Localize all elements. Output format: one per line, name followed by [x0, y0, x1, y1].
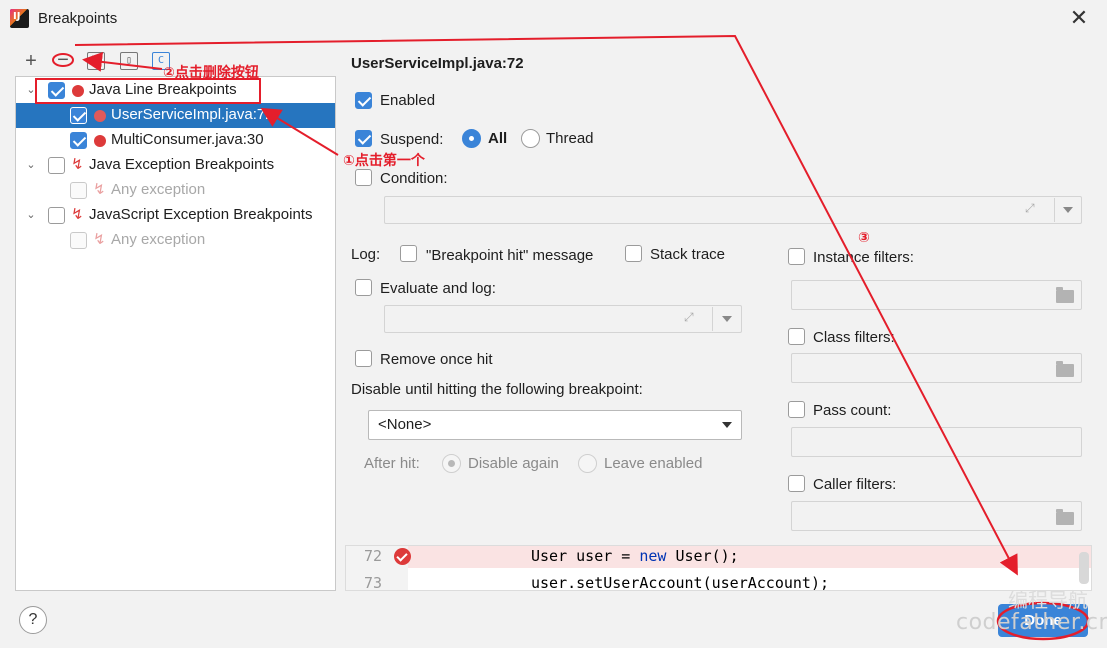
annotation-arrow-3 [74, 34, 1018, 576]
annotation-remove-circle [52, 53, 74, 67]
watermark-title: 编程导航 [1008, 588, 1088, 612]
annotation-step2: ②点击删除按钮 [163, 65, 259, 81]
annotation-arrow-2 [82, 51, 163, 72]
annotation-group-box [35, 78, 261, 104]
watermark-url: codefather.cn [956, 610, 1107, 635]
annotation-step1: ①点击第一个 [343, 153, 425, 169]
annotation-step3: ③ [858, 230, 870, 246]
annotation-arrow-1 [260, 107, 339, 156]
annotation-overlay [35, 34, 1090, 641]
